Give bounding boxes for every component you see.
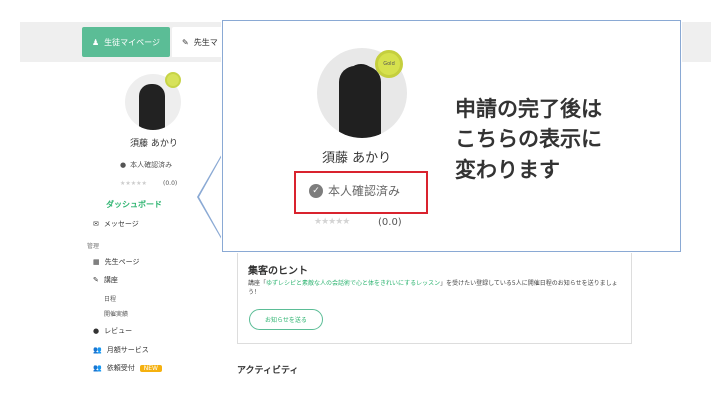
profile-name: 須藤 あかり: [130, 139, 178, 149]
users-icon: 👥: [93, 346, 102, 354]
users-icon: 👥: [93, 364, 102, 372]
hint-title: 集客のヒント: [248, 266, 308, 277]
chat-icon: ●: [93, 327, 100, 335]
grid-icon: ▦: [93, 258, 100, 266]
rating-score: (0.0): [163, 180, 178, 187]
send-notice-button[interactable]: お知らせを送る: [249, 309, 323, 330]
dashboard-link[interactable]: ダッシュボード: [106, 199, 162, 210]
sidebar-item-teacher-page[interactable]: ▦ 先生ページ: [93, 257, 140, 267]
gold-medal-icon: [165, 72, 181, 88]
sidebar-item-monthly[interactable]: 👥 月額サービス: [93, 345, 149, 355]
large-rating-stars: ★★★★★: [314, 217, 350, 227]
sidebar-item-held[interactable]: 開催実績: [104, 309, 128, 318]
sidebar-item-review[interactable]: ● レビュー: [93, 326, 132, 336]
sidebar-item-request[interactable]: 👥 依頼受付 NEW: [93, 363, 162, 373]
check-icon: ✓: [309, 183, 323, 198]
verified-status: ● 本人確認済み: [120, 161, 173, 169]
new-badge: NEW: [139, 364, 162, 372]
tab-student-page[interactable]: ♟ 生徒マイページ: [82, 27, 170, 57]
sidebar-item-message[interactable]: ✉ メッセージ: [93, 219, 139, 229]
large-verified-status: ✓ 本人確認済み: [309, 182, 400, 199]
pencil-person-icon: ✎: [182, 37, 189, 47]
pencil-person-icon: ✎: [93, 276, 99, 284]
callout-pointer-inner: [199, 154, 223, 240]
large-rating-score: (0.0): [378, 217, 402, 228]
rating-stars: ★★★★★: [120, 180, 147, 187]
hint-text: 講座「ゆずレシピと素敵な人の会話術で心と体をきれいにするレッスン」を受けたい登録…: [248, 280, 618, 296]
envelope-icon: ✉: [93, 220, 99, 228]
person-icon: ♟: [92, 37, 100, 47]
activity-title: アクティビティ: [237, 366, 299, 376]
status-change-note: 申請の完了後は こちらの表示に 変わります: [455, 97, 602, 182]
gold-medal-icon: Gold: [375, 50, 403, 78]
large-profile-name: 須藤 あかり: [322, 151, 392, 166]
sidebar-item-course[interactable]: ✎ 講座: [93, 275, 118, 285]
sidebar-item-schedule[interactable]: 日程: [104, 294, 116, 303]
check-icon: ●: [120, 161, 127, 169]
admin-section-label: 管理: [87, 243, 100, 250]
